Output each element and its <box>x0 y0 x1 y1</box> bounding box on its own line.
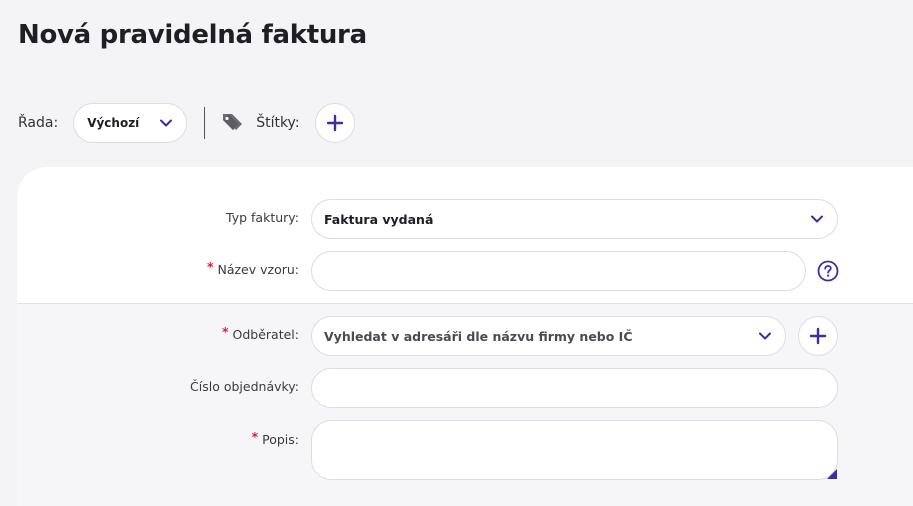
series-select[interactable]: Výchozí <box>73 103 188 143</box>
chevron-down-icon <box>160 119 173 127</box>
resize-handle-icon[interactable] <box>827 469 837 479</box>
customer-label: * Odběratel: <box>221 324 299 342</box>
plus-icon <box>326 114 343 132</box>
description-label: * Popis: <box>251 429 299 447</box>
invoice-type-select[interactable]: Faktura vydaná <box>311 199 838 239</box>
template-name-label-text: Název vzoru: <box>217 262 299 277</box>
required-mark: * <box>251 429 259 444</box>
series-select-value: Výchozí <box>87 116 140 130</box>
description-textarea[interactable] <box>311 420 838 480</box>
invoice-type-label-text: Typ faktury: <box>226 210 299 225</box>
chevron-down-icon <box>759 332 771 340</box>
add-tag-button[interactable] <box>314 103 355 143</box>
required-mark: * <box>206 259 214 274</box>
question-icon[interactable] <box>817 260 839 282</box>
customer-label-text: Odběratel: <box>232 327 299 342</box>
description-label-text: Popis: <box>262 432 299 447</box>
customer-search-placeholder: Vyhledat v adresáři dle názvu firmy nebo… <box>324 328 633 344</box>
order-number-label: Číslo objednávky: <box>190 379 299 394</box>
toolbar-divider <box>204 107 206 139</box>
invoice-type-value: Faktura vydaná <box>324 211 434 227</box>
template-name-input[interactable] <box>311 251 806 291</box>
tag-icon <box>223 114 243 130</box>
page-title: Nová pravidelná faktura <box>18 20 367 50</box>
add-customer-button[interactable] <box>798 316 838 356</box>
chevron-down-icon <box>811 215 823 223</box>
toolbar: Řada: Výchozí Štítky: <box>18 103 355 143</box>
required-mark: * <box>221 324 229 339</box>
series-label: Řada: <box>18 115 59 131</box>
order-number-input[interactable] <box>311 368 838 408</box>
plus-icon <box>809 327 827 345</box>
order-number-label-text: Číslo objednávky: <box>190 379 299 394</box>
template-name-label: * Název vzoru: <box>206 259 299 277</box>
tags-label: Štítky: <box>256 115 300 131</box>
invoice-type-label: Typ faktury: <box>226 210 299 225</box>
customer-search-select[interactable]: Vyhledat v adresáři dle názvu firmy nebo… <box>311 316 786 356</box>
